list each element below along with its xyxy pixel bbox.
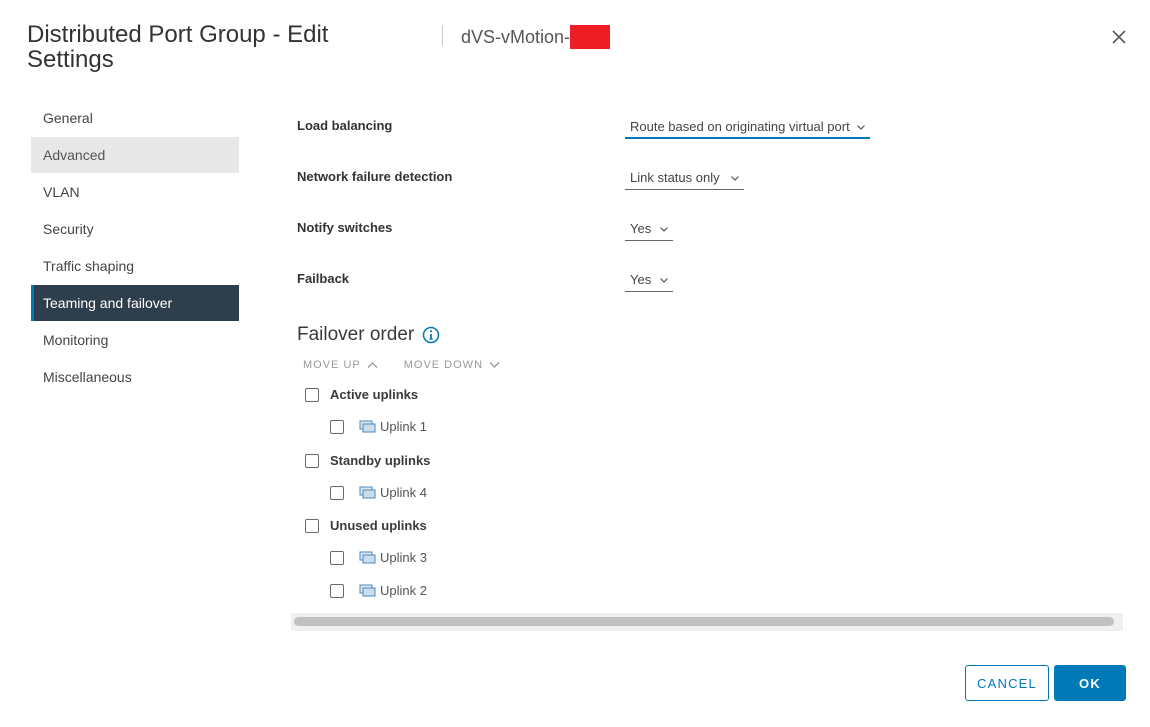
move-up-label: MOVE UP	[303, 359, 361, 371]
chevron-up-icon	[367, 362, 378, 368]
network-failure-detection-select[interactable]: Link status only	[625, 167, 744, 190]
scrollbar-thumb[interactable]	[294, 617, 1114, 626]
ok-button[interactable]: OK	[1054, 665, 1126, 701]
horizontal-scrollbar[interactable]	[291, 613, 1123, 631]
uplink-icon	[359, 486, 376, 498]
load-balancing-value: Route based on originating virtual port	[630, 118, 850, 134]
uplink-checkbox[interactable]	[330, 419, 344, 434]
chevron-down-icon	[489, 362, 500, 368]
sidebar-item-security[interactable]: Security	[31, 211, 239, 247]
dialog-subtitle: dVS-vMotion-	[461, 25, 611, 49]
group-label: Active uplinks	[330, 387, 419, 402]
uplink-checkbox[interactable]	[330, 583, 344, 598]
uplink-label: Uplink 4	[380, 485, 427, 500]
notify-switches-label: Notify switches	[297, 220, 393, 235]
standby-uplinks-group: Standby uplinks	[305, 453, 430, 468]
uplink-label: Uplink 2	[380, 583, 427, 598]
uplink-icon	[359, 584, 376, 596]
chevron-down-icon	[856, 124, 865, 130]
failover-order-heading: Failover order	[297, 324, 440, 346]
uplink-checkbox[interactable]	[330, 550, 344, 565]
failback-select[interactable]: Yes	[625, 269, 674, 292]
redacted-box	[570, 25, 611, 49]
sidebar-item-monitoring[interactable]: Monitoring	[31, 322, 239, 358]
settings-sidebar: General Advanced VLAN Security Traffic s…	[31, 100, 239, 396]
load-balancing-row: Load balancing Route based on originatin…	[297, 118, 897, 148]
uplink-icon	[359, 420, 376, 432]
failback-label: Failback	[297, 271, 350, 286]
move-down-button[interactable]: MOVE DOWN	[404, 359, 500, 371]
move-up-button[interactable]: MOVE UP	[303, 359, 378, 371]
chevron-down-icon	[730, 176, 739, 181]
notify-switches-value: Yes	[630, 221, 652, 236]
uplink-label: Uplink 3	[380, 550, 427, 565]
move-down-label: MOVE DOWN	[403, 359, 484, 371]
group-label: Standby uplinks	[330, 453, 431, 468]
sidebar-item-general[interactable]: General	[31, 100, 239, 136]
sidebar-item-teaming-and-failover[interactable]: Teaming and failover	[31, 285, 239, 321]
load-balancing-label: Load balancing	[297, 118, 393, 133]
active-uplinks-checkbox[interactable]	[305, 387, 319, 402]
info-icon[interactable]	[422, 326, 440, 344]
group-label: Unused uplinks	[330, 518, 427, 533]
uplink-row: Uplink 3	[330, 550, 427, 565]
uplink-row: Uplink 4	[330, 485, 427, 500]
uplink-label: Uplink 1	[380, 419, 427, 434]
notify-switches-row: Notify switches Yes	[297, 220, 897, 250]
close-icon	[1112, 30, 1126, 44]
edit-settings-dialog: Distributed Port Group - Edit Settings d…	[0, 0, 1150, 727]
sidebar-item-traffic-shaping[interactable]: Traffic shaping	[31, 248, 239, 284]
move-toolbar: MOVE UP MOVE DOWN	[303, 359, 500, 371]
chevron-down-icon	[660, 278, 669, 283]
standby-uplinks-checkbox[interactable]	[305, 453, 319, 468]
network-failure-detection-value: Link status only	[630, 170, 720, 185]
cancel-button[interactable]: CANCEL	[965, 665, 1049, 701]
sidebar-item-vlan[interactable]: VLAN	[31, 174, 239, 210]
uplink-row: Uplink 2	[330, 583, 427, 598]
close-button[interactable]	[1106, 24, 1132, 50]
failback-value: Yes	[630, 272, 652, 287]
failover-order-title: Failover order	[297, 324, 415, 345]
active-uplinks-group: Active uplinks	[305, 387, 418, 402]
uplink-row: Uplink 1	[330, 419, 427, 434]
unused-uplinks-checkbox[interactable]	[305, 518, 319, 533]
load-balancing-select[interactable]: Route based on originating virtual port	[625, 116, 870, 139]
sidebar-item-advanced[interactable]: Advanced	[31, 137, 239, 173]
network-failure-detection-label: Network failure detection	[297, 169, 453, 184]
object-name: dVS-vMotion-	[461, 27, 571, 47]
sidebar-item-miscellaneous[interactable]: Miscellaneous	[31, 359, 239, 395]
chevron-down-icon	[660, 227, 669, 232]
network-failure-detection-row: Network failure detection Link status on…	[297, 169, 897, 199]
unused-uplinks-group: Unused uplinks	[305, 518, 427, 533]
uplink-checkbox[interactable]	[330, 485, 344, 500]
dialog-title: Distributed Port Group - Edit Settings	[27, 21, 329, 73]
failback-row: Failback Yes	[297, 271, 897, 301]
uplink-icon	[359, 551, 376, 563]
notify-switches-select[interactable]: Yes	[625, 218, 674, 241]
title-divider	[442, 25, 443, 46]
